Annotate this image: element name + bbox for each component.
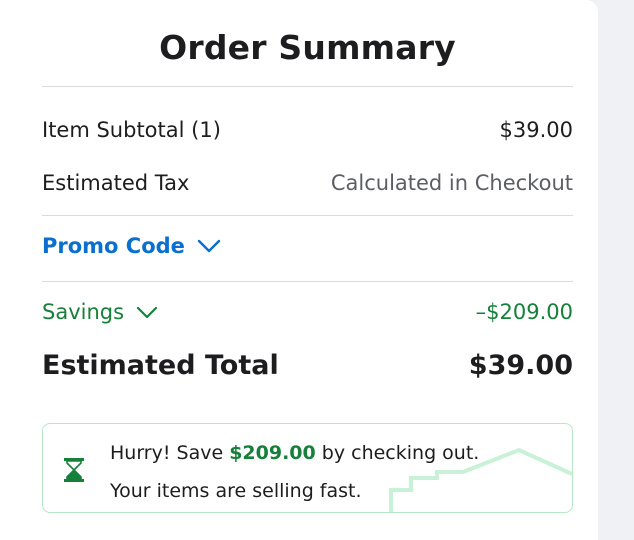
promo-code-label: Promo Code bbox=[42, 234, 185, 258]
estimated-total-label: Estimated Total bbox=[42, 350, 279, 381]
estimated-total-value: $39.00 bbox=[468, 350, 573, 381]
banner-line-2: Your items are selling fast. bbox=[110, 480, 362, 502]
savings-banner: Hurry! Save $209.00 by checking out. You… bbox=[42, 423, 573, 513]
item-subtotal-value: $39.00 bbox=[499, 118, 573, 142]
banner-text-prefix: Hurry! Save bbox=[110, 442, 230, 464]
estimated-tax-row: Estimated Tax Calculated in Checkout bbox=[42, 171, 573, 195]
promo-code-toggle[interactable]: Promo Code bbox=[42, 234, 221, 258]
savings-row: Savings –$209.00 bbox=[42, 300, 573, 324]
hourglass-icon bbox=[64, 458, 84, 482]
savings-toggle[interactable]: Savings bbox=[42, 300, 158, 324]
banner-savings-amount: $209.00 bbox=[229, 442, 316, 464]
savings-label: Savings bbox=[42, 300, 125, 324]
order-summary-card: Order Summary Item Subtotal (1) $39.00 E… bbox=[0, 0, 598, 540]
banner-message: Hurry! Save $209.00 by checking out. You… bbox=[110, 434, 479, 510]
divider bbox=[42, 215, 573, 216]
estimated-tax-value: Calculated in Checkout bbox=[330, 171, 573, 195]
estimated-total-row: Estimated Total $39.00 bbox=[42, 350, 573, 381]
page-title: Order Summary bbox=[159, 28, 456, 67]
item-subtotal-label: Item Subtotal (1) bbox=[42, 118, 221, 142]
item-subtotal-row: Item Subtotal (1) $39.00 bbox=[42, 118, 573, 142]
banner-text-suffix: by checking out. bbox=[315, 442, 480, 464]
chevron-down-icon bbox=[197, 239, 221, 253]
divider bbox=[42, 86, 573, 87]
divider bbox=[42, 281, 573, 282]
savings-value: –$209.00 bbox=[475, 300, 573, 324]
estimated-tax-label: Estimated Tax bbox=[42, 171, 190, 195]
banner-line-1: Hurry! Save $209.00 by checking out. bbox=[110, 434, 479, 472]
chevron-down-icon bbox=[136, 306, 158, 318]
